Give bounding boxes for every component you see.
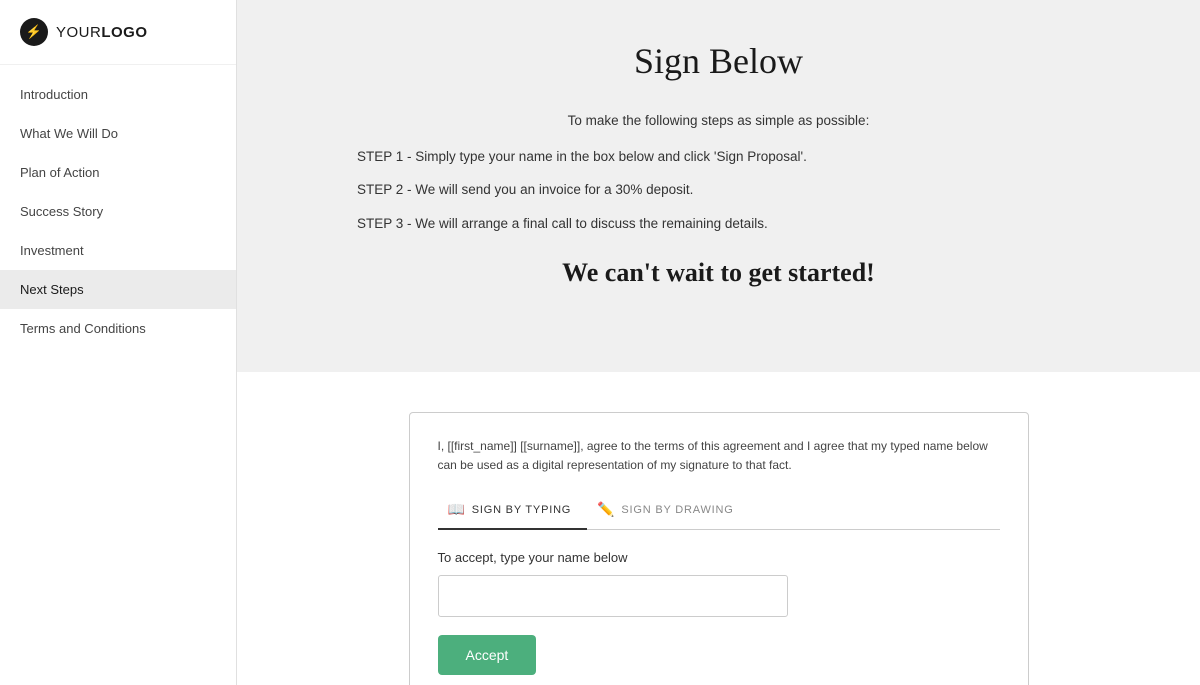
hero-title: Sign Below — [317, 40, 1120, 82]
sign-input-label: To accept, type your name below — [438, 550, 1000, 565]
sidebar-item-plan-of-action[interactable]: Plan of Action — [0, 153, 236, 192]
logo-area: ⚡ YOURLOGO — [0, 0, 236, 65]
agreement-text: I, [[first_name]] [[surname]], agree to … — [438, 437, 1000, 475]
sidebar-item-terms-and-conditions[interactable]: Terms and Conditions — [0, 309, 236, 348]
sidebar-item-introduction[interactable]: Introduction — [0, 75, 236, 114]
hero-intro: To make the following steps as simple as… — [317, 110, 1120, 132]
scallop-divider — [237, 340, 1200, 372]
logo-bold: LOGO — [101, 24, 147, 41]
signature-card: I, [[first_name]] [[surname]], agree to … — [409, 412, 1029, 685]
hero-section: Sign Below To make the following steps a… — [237, 0, 1200, 340]
tab-typing-label: SIGN BY TYPING — [472, 504, 571, 516]
sidebar: ⚡ YOURLOGO IntroductionWhat We Will DoPl… — [0, 0, 237, 685]
tab-sign-by-drawing[interactable]: ✏️ SIGN BY DRAWING — [587, 493, 749, 530]
tab-sign-by-typing[interactable]: 📖 SIGN BY TYPING — [438, 493, 588, 530]
sign-tabs: 📖 SIGN BY TYPING ✏️ SIGN BY DRAWING — [438, 493, 1000, 530]
book-icon: 📖 — [448, 501, 466, 518]
sidebar-item-what-we-will-do[interactable]: What We Will Do — [0, 114, 236, 153]
sidebar-item-next-steps[interactable]: Next Steps — [0, 270, 236, 309]
accept-button[interactable]: Accept — [438, 635, 537, 675]
name-input[interactable] — [438, 575, 788, 617]
logo-plain: YOUR — [56, 24, 101, 41]
pen-icon: ✏️ — [597, 501, 615, 518]
sidebar-nav: IntroductionWhat We Will DoPlan of Actio… — [0, 65, 236, 348]
sidebar-item-investment[interactable]: Investment — [0, 231, 236, 270]
hero-step2: STEP 2 - We will send you an invoice for… — [317, 179, 1120, 201]
logo-text: YOURLOGO — [56, 24, 148, 41]
main-content: Sign Below To make the following steps a… — [237, 0, 1200, 685]
hero-exclaim: We can't wait to get started! — [317, 258, 1120, 288]
tab-drawing-label: SIGN BY DRAWING — [621, 504, 733, 516]
signature-section: I, [[first_name]] [[surname]], agree to … — [237, 372, 1200, 685]
logo-icon: ⚡ — [20, 18, 48, 46]
hero-step1: STEP 1 - Simply type your name in the bo… — [317, 146, 1120, 168]
sidebar-item-success-story[interactable]: Success Story — [0, 192, 236, 231]
hero-step3: STEP 3 - We will arrange a final call to… — [317, 213, 1120, 235]
